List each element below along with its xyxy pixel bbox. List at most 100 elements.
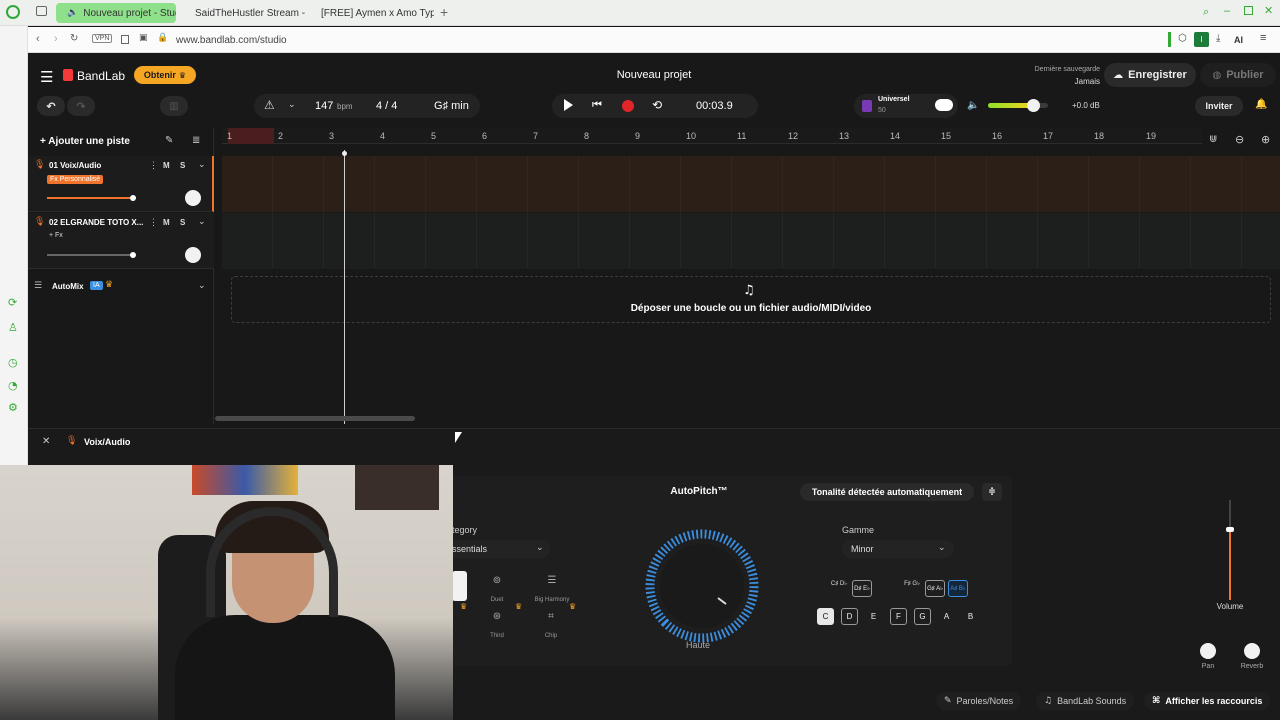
mute-button[interactable]: M: [163, 218, 170, 227]
zoom-out-icon[interactable]: ⊖: [1235, 133, 1244, 146]
record-icon[interactable]: [622, 100, 634, 112]
menu-icon[interactable]: ≡: [1260, 32, 1266, 44]
undo-button[interactable]: ↶: [37, 96, 65, 116]
preset-duet[interactable]: ⊚ Duet: [480, 570, 514, 603]
ai-button[interactable]: AI: [1234, 35, 1243, 45]
pitch-correction-knob[interactable]: [644, 528, 760, 644]
bpm-value[interactable]: 147: [315, 100, 333, 112]
chevron-down-icon[interactable]: ⌄: [288, 99, 296, 110]
vpn-badge[interactable]: VPN: [92, 34, 113, 43]
options-icon[interactable]: ⋮: [149, 217, 158, 228]
automix-label[interactable]: AutoMix: [52, 282, 84, 291]
channel-volume-fader[interactable]: [1229, 500, 1231, 600]
note-c[interactable]: C: [817, 608, 834, 625]
tab-twitch[interactable]: SaidTheHustler Stream -: [184, 3, 306, 23]
note-f[interactable]: F: [890, 608, 907, 625]
track-volume-slider[interactable]: [47, 197, 134, 199]
options-icon[interactable]: ⋮: [149, 160, 158, 171]
tab-bandlab[interactable]: 🔈 Nouveau projet - Stud: [56, 3, 176, 23]
bell-icon[interactable]: 🔔: [1255, 99, 1267, 110]
opera-logo-icon[interactable]: [6, 5, 20, 19]
bandlab-sounds-button[interactable]: ♫ BandLab Sounds: [1036, 692, 1135, 710]
chevron-down-icon[interactable]: ⌄: [536, 542, 544, 553]
magnet-icon[interactable]: ⋓: [1209, 134, 1217, 145]
note-a[interactable]: A: [938, 608, 955, 625]
solo-button[interactable]: S: [180, 161, 185, 170]
person-icon[interactable]: ♙: [8, 321, 18, 334]
project-title[interactable]: Nouveau projet: [560, 69, 748, 81]
track-volume-handle[interactable]: [130, 195, 136, 201]
playhead-handle[interactable]: [342, 151, 347, 156]
loop-region[interactable]: [228, 128, 274, 144]
zoom-in-icon[interactable]: ⊕: [1261, 133, 1270, 146]
track-volume-slider[interactable]: [47, 254, 134, 256]
playhead[interactable]: [344, 150, 345, 424]
mixer-icon[interactable]: ≣: [192, 135, 200, 146]
profile-icon[interactable]: I: [1194, 32, 1209, 47]
note-asharp[interactable]: A♯ B♭: [948, 580, 968, 597]
edit-icon[interactable]: ✎: [165, 135, 173, 146]
track-volume-handle[interactable]: [130, 252, 136, 258]
tuner-toggle[interactable]: [935, 99, 953, 111]
close-window-icon[interactable]: ✕: [1264, 4, 1273, 17]
speaker-icon[interactable]: 🔈: [967, 100, 979, 111]
note-gsharp[interactable]: G♯ A♭: [925, 580, 945, 597]
track-name[interactable]: 01 Voix/Audio: [49, 161, 101, 170]
note-csharp[interactable]: C♯ D♭: [828, 580, 850, 587]
preset-third[interactable]: ⊛ Third: [480, 606, 514, 639]
track-lane-1[interactable]: [222, 156, 1280, 212]
track-lane-2[interactable]: [222, 213, 1280, 269]
camera-icon[interactable]: ▣: [139, 33, 148, 43]
invite-button[interactable]: Inviter: [1195, 96, 1243, 116]
selected-preset[interactable]: [452, 571, 467, 601]
new-tab-button[interactable]: +: [440, 4, 448, 20]
reverb-knob[interactable]: [1244, 643, 1260, 659]
back-icon[interactable]: ‹: [36, 33, 40, 45]
extension-icon[interactable]: ⬡: [1178, 33, 1187, 44]
channel-volume-handle[interactable]: [1226, 527, 1234, 532]
add-track-button[interactable]: + Ajouter une piste: [40, 136, 130, 147]
clock-icon[interactable]: ◷: [8, 356, 18, 369]
shortcuts-button[interactable]: ⌘ Afficher les raccourcis: [1144, 692, 1271, 710]
instruments-button[interactable]: ▥: [160, 96, 188, 116]
time-signature[interactable]: 4 / 4: [376, 100, 397, 112]
mute-button[interactable]: M: [163, 161, 170, 170]
search-icon[interactable]: ⌕: [1203, 5, 1209, 19]
lyrics-notes-button[interactable]: ✎ Paroles/Notes: [936, 692, 1022, 710]
chevron-down-icon[interactable]: ⌄: [198, 216, 206, 227]
reload-icon[interactable]: ↻: [70, 33, 78, 44]
note-fsharp[interactable]: F♯ G♭: [902, 580, 922, 587]
preset-chip[interactable]: ⌗ Chip: [534, 606, 568, 639]
chevron-down-icon[interactable]: ⌄: [938, 542, 946, 553]
auto-key-button[interactable]: Tonalité détectée automatiquement: [800, 483, 974, 501]
forward-icon[interactable]: ›: [54, 33, 58, 45]
pan-knob[interactable]: [185, 190, 201, 206]
track-name[interactable]: 02 ELGRANDE TOTO X...: [49, 218, 143, 227]
fx-add-button[interactable]: + Fx: [49, 232, 63, 239]
metronome-icon[interactable]: ⚠: [264, 98, 275, 112]
note-dsharp[interactable]: D♯ E♭: [852, 580, 872, 597]
chevron-down-icon[interactable]: ⌄: [198, 280, 206, 291]
minimize-icon[interactable]: –: [1224, 5, 1230, 17]
close-panel-icon[interactable]: ✕: [42, 436, 50, 447]
sidebar-toggle-icon[interactable]: [1168, 32, 1171, 47]
pan-knob[interactable]: [185, 247, 201, 263]
master-volume-handle[interactable]: [1027, 99, 1040, 112]
tuner-icon[interactable]: [862, 100, 872, 112]
skip-back-icon[interactable]: ⏮: [592, 99, 602, 112]
note-e[interactable]: E: [865, 608, 882, 625]
timeline-ruler[interactable]: [222, 128, 1202, 144]
play-icon[interactable]: [564, 99, 573, 111]
tab-youtube[interactable]: [FREE] Aymen x Amo Type: [310, 3, 434, 23]
chevron-down-icon[interactable]: ⌄: [198, 159, 206, 170]
maximize-icon[interactable]: [1244, 6, 1253, 15]
loop-icon[interactable]: ⟲: [652, 98, 662, 112]
preset-big-harmony[interactable]: ☰ Big Harmony: [528, 570, 576, 603]
note-d[interactable]: D: [841, 608, 858, 625]
horizontal-scrollbar[interactable]: [215, 416, 415, 421]
redo-button[interactable]: ↷: [67, 96, 95, 116]
solo-button[interactable]: S: [180, 218, 185, 227]
tab-overview-icon[interactable]: [36, 6, 47, 16]
save-button[interactable]: ☁ Enregistrer: [1104, 63, 1196, 87]
key-settings-button[interactable]: ≑: [982, 483, 1002, 501]
